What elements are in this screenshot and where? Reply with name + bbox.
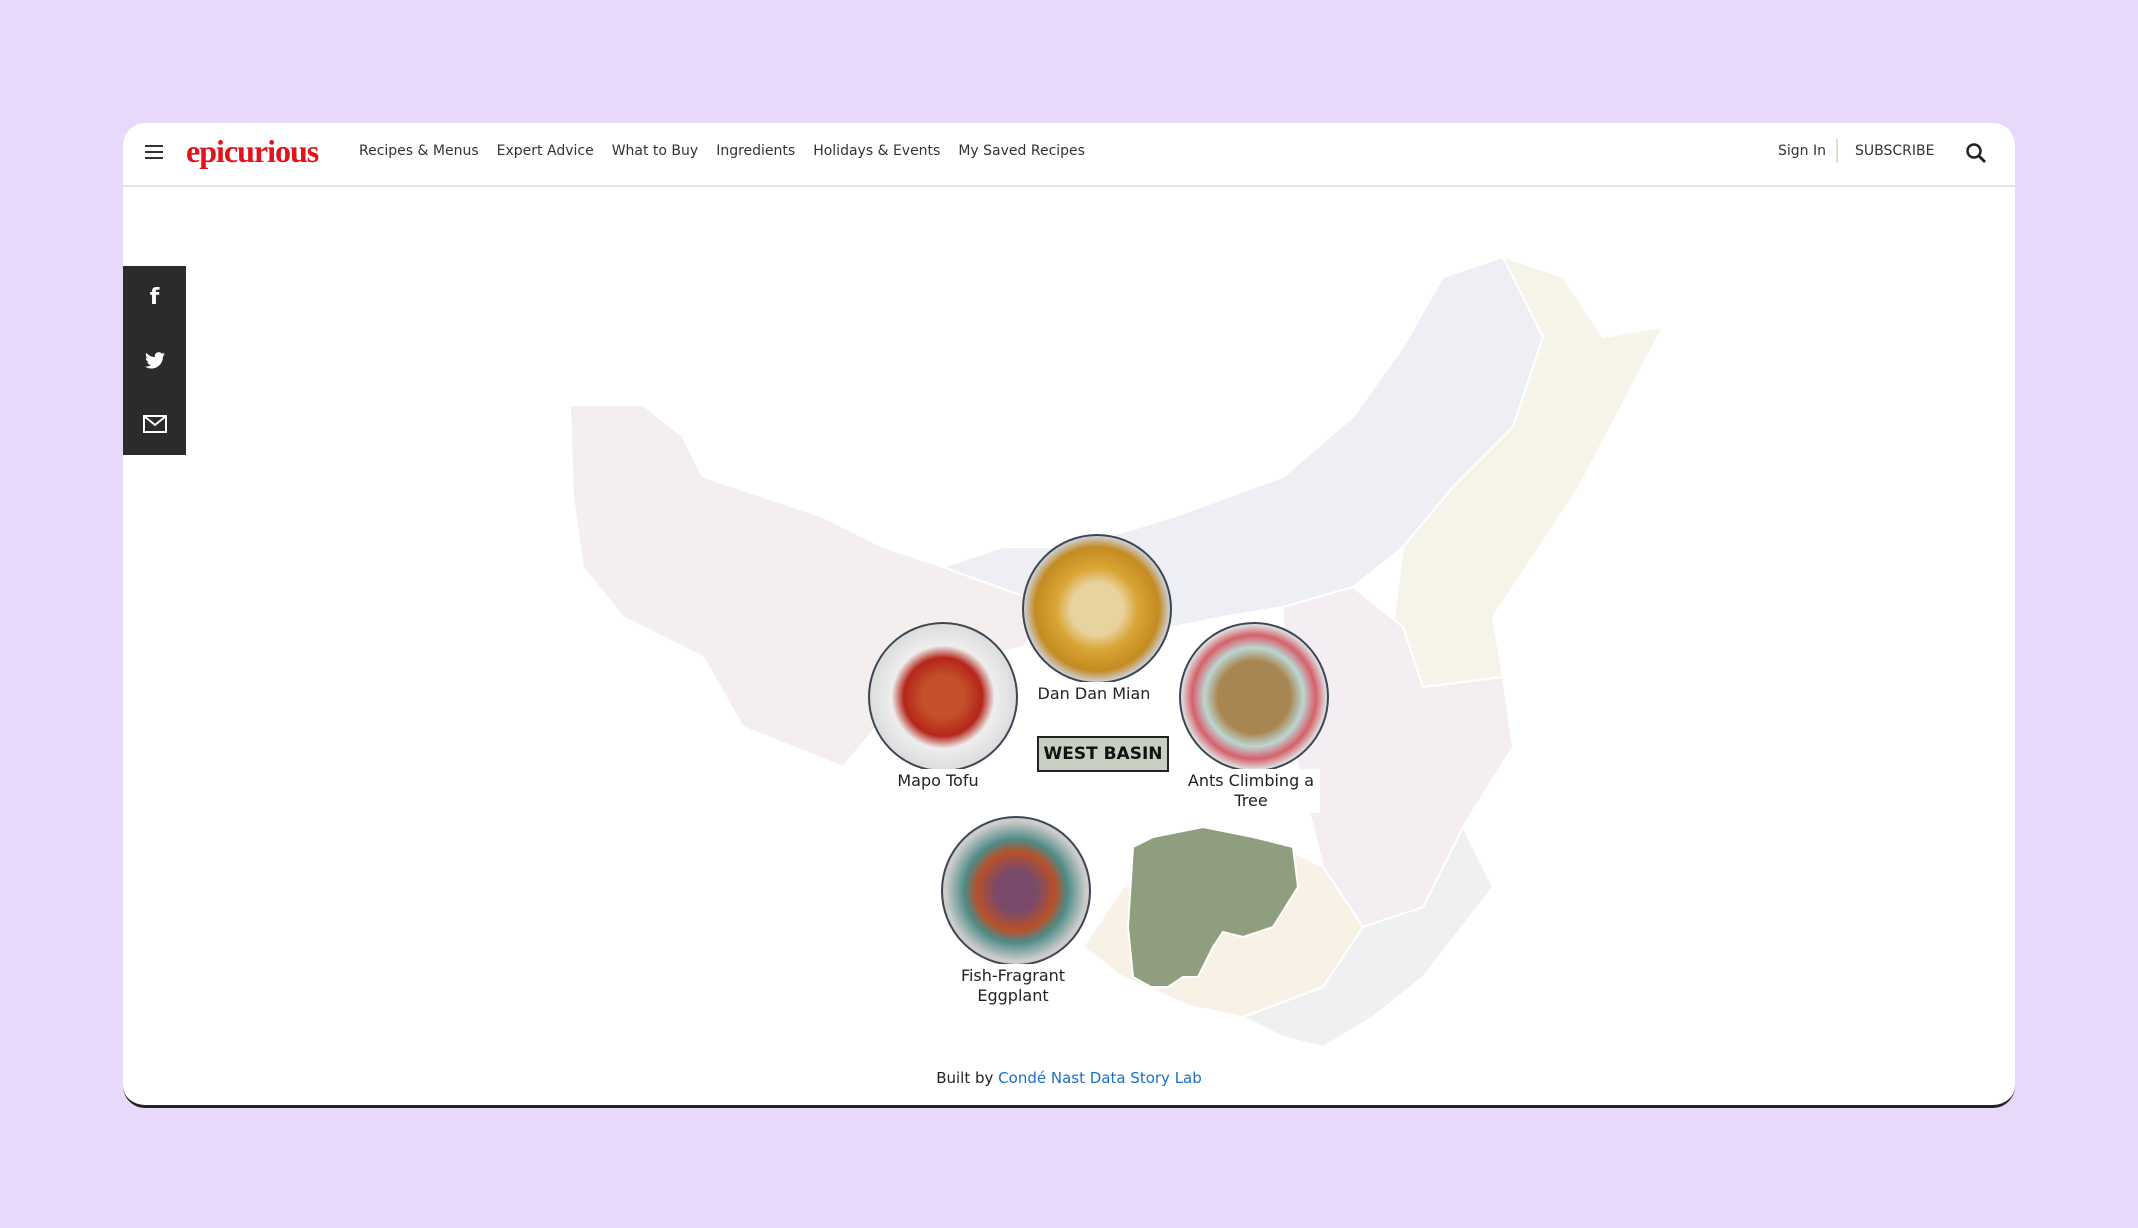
nav-recipes-menus[interactable]: Recipes & Menus	[359, 143, 479, 159]
menu-icon[interactable]	[145, 145, 163, 159]
dish-label[interactable]: Ants Climbing a Tree	[1182, 769, 1320, 813]
dish-label[interactable]: Fish-Fragrant Eggplant	[953, 964, 1073, 1008]
dish-label[interactable]: Mapo Tofu	[869, 769, 1007, 793]
dish-fish-fragrant-eggplant-image[interactable]	[941, 816, 1091, 966]
dish-dan-dan-mian-image[interactable]	[1022, 534, 1172, 684]
dish-mapo-tofu-image[interactable]	[868, 622, 1018, 772]
nav-saved-recipes[interactable]: My Saved Recipes	[958, 143, 1085, 159]
dish-ants-climbing-tree-image[interactable]	[1179, 622, 1329, 772]
nav-expert-advice[interactable]: Expert Advice	[497, 143, 594, 159]
logo[interactable]: epicurious	[186, 133, 319, 170]
main-nav: Recipes & Menus Expert Advice What to Bu…	[359, 143, 1085, 159]
region-label: WEST BASIN	[1037, 736, 1169, 772]
divider	[1836, 139, 1838, 163]
credit-prefix: Built by	[936, 1069, 994, 1087]
site-header: epicurious Recipes & Menus Expert Advice…	[123, 123, 2015, 187]
nav-ingredients[interactable]: Ingredients	[716, 143, 795, 159]
nav-what-to-buy[interactable]: What to Buy	[612, 143, 699, 159]
search-icon[interactable]	[1965, 142, 1987, 164]
footer-credit: Built by Condé Nast Data Story Lab	[123, 1069, 2015, 1087]
sign-in-link[interactable]: Sign In	[1778, 143, 1826, 159]
dish-label[interactable]: Dan Dan Mian	[1021, 682, 1167, 706]
subscribe-link[interactable]: SUBSCRIBE	[1855, 143, 1934, 159]
nav-holidays-events[interactable]: Holidays & Events	[813, 143, 940, 159]
credit-link[interactable]: Condé Nast Data Story Lab	[998, 1069, 1202, 1087]
page-card: epicurious Recipes & Menus Expert Advice…	[123, 123, 2015, 1108]
